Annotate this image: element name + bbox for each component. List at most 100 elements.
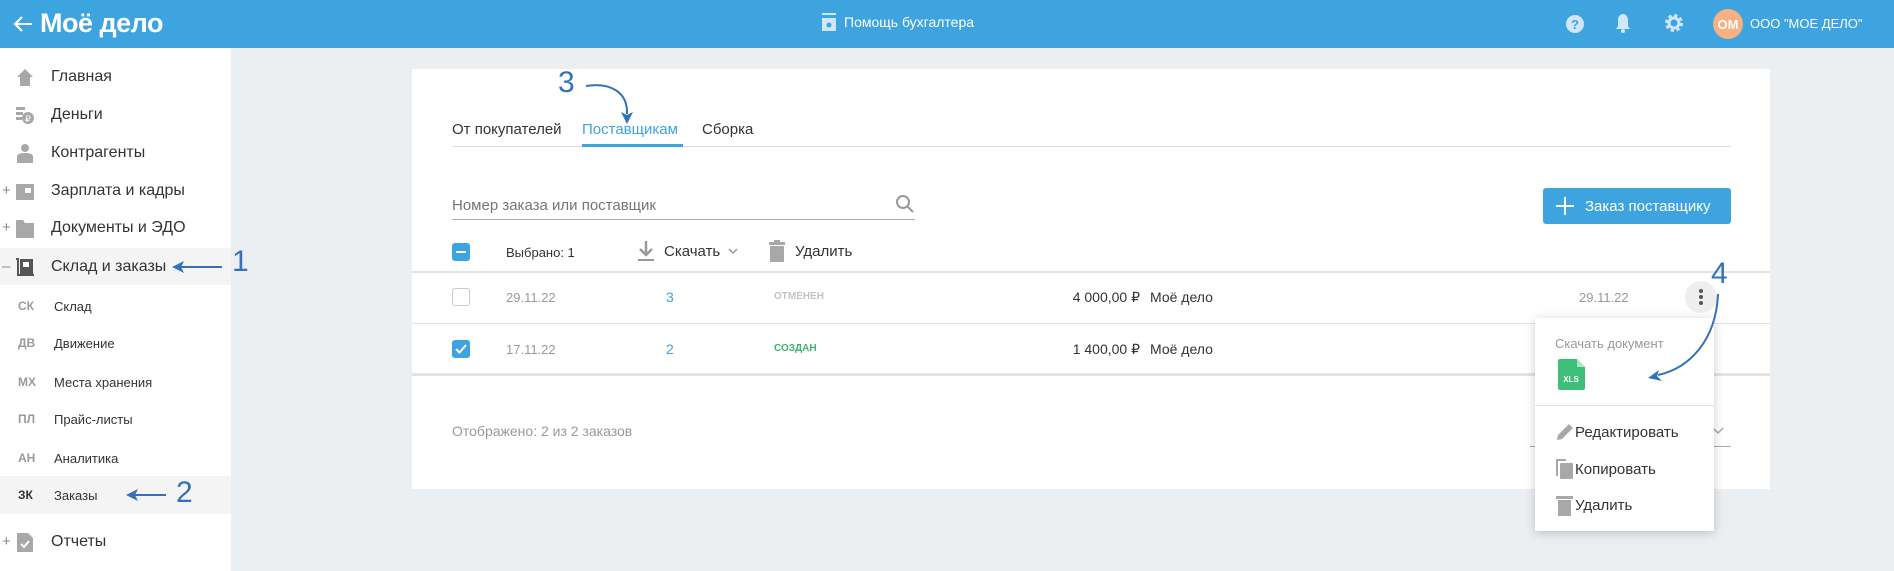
tab-from-customers[interactable]: От покупателей <box>452 121 562 138</box>
menu-divider <box>1535 405 1714 406</box>
sidebar-item-label: Зарплата и кадры <box>51 181 185 199</box>
avatar[interactable]: ОМ <box>1713 9 1743 39</box>
shown-count: Отображено: 2 из 2 заказов <box>452 423 633 439</box>
sidebar-subitem-storage[interactable]: МХ Места хранения <box>0 363 231 401</box>
row-context-menu: Скачать документ XLS Редактировать Копир… <box>1535 318 1714 531</box>
abbr: ПЛ <box>18 412 36 426</box>
download-document-title: Скачать документ <box>1555 336 1664 351</box>
expand-icon[interactable]: + <box>2 182 11 199</box>
order-number-link[interactable]: 2 <box>666 341 674 357</box>
supplier-name: Моё дело <box>1150 289 1213 305</box>
sidebar-item-label: Деньги <box>51 105 103 123</box>
tab-assembly[interactable]: Сборка <box>702 121 753 138</box>
home-icon <box>17 68 33 86</box>
abbr: ЗК <box>18 488 33 502</box>
order-amount: 4 000,00 ₽ <box>1072 289 1140 305</box>
trash-icon <box>1556 496 1573 516</box>
active-tab-underline <box>582 144 683 147</box>
sidebar-item-warehouse[interactable]: – Склад и заказы <box>0 248 231 285</box>
annotation-1: 1 <box>232 245 249 278</box>
expand-icon[interactable]: + <box>2 533 11 550</box>
download-dropdown[interactable]: Скачать <box>636 240 738 262</box>
menu-label: Удалить <box>1575 496 1633 514</box>
annotation-4: 4 <box>1711 257 1728 290</box>
sidebar-subitem-pricelists[interactable]: ПЛ Прайс-листы <box>0 400 231 438</box>
order-date-2: 29.11.22 <box>1579 290 1629 305</box>
menu-label: Копировать <box>1575 460 1656 478</box>
label: Аналитика <box>54 450 119 466</box>
collapse-icon[interactable]: – <box>2 258 10 275</box>
abbr: ДВ <box>18 336 36 350</box>
sidebar-item-label: Отчеты <box>51 532 107 550</box>
order-number-link[interactable]: 3 <box>666 289 674 305</box>
annotation-3: 3 <box>558 66 575 99</box>
person-icon <box>17 143 33 163</box>
sidebar-subitem-movement[interactable]: ДВ Движение <box>0 324 231 362</box>
sidebar-item-label: Главная <box>51 67 112 85</box>
order-amount: 1 400,00 ₽ <box>1072 341 1140 357</box>
supplier-name: Моё дело <box>1150 341 1213 357</box>
selected-count: Выбрано: 1 <box>506 245 575 260</box>
label: Заказы <box>54 487 98 503</box>
delete-selected-button[interactable]: Удалить <box>768 240 852 262</box>
warehouse-cart-icon <box>16 257 34 276</box>
menu-item-edit[interactable]: Редактировать <box>1535 416 1714 448</box>
sidebar-subitem-orders[interactable]: ЗК Заказы <box>0 476 231 514</box>
sidebar-item-label: Документы и ЭДО <box>51 218 186 236</box>
row-checkbox-checked[interactable] <box>452 340 470 358</box>
svg-text:?: ? <box>1571 17 1579 32</box>
calculator-icon <box>822 13 836 31</box>
sidebar-item-documents[interactable]: + Документы и ЭДО <box>0 209 231 246</box>
sidebar-item-salary[interactable]: + Зарплата и кадры <box>0 172 231 209</box>
abbr: СК <box>18 299 34 313</box>
menu-item-delete[interactable]: Удалить <box>1535 489 1714 521</box>
sidebar-item-contractors[interactable]: Контрагенты <box>0 134 231 171</box>
add-supplier-order-button[interactable]: Заказ поставщику <box>1543 188 1731 224</box>
menu-label: Редактировать <box>1575 423 1679 441</box>
back-arrow-icon[interactable] <box>12 13 34 35</box>
expand-icon[interactable]: + <box>2 219 11 236</box>
status-badge: ОТМЕНЕН <box>774 291 824 302</box>
label: Движение <box>54 335 115 351</box>
sidebar-item-home[interactable]: Главная <box>0 58 231 95</box>
sidebar-subitem-stock[interactable]: СК Склад <box>0 287 231 325</box>
pencil-icon <box>1557 424 1573 440</box>
sidebar-item-reports[interactable]: + Отчеты <box>0 523 231 560</box>
tab-suppliers[interactable]: Поставщикам <box>582 121 678 138</box>
trash-icon <box>769 240 785 262</box>
sidebar-item-money[interactable]: ₽ Деньги <box>0 96 231 133</box>
gear-icon[interactable] <box>1663 12 1685 34</box>
label: Склад <box>54 298 92 314</box>
help-icon[interactable]: ? <box>1565 13 1585 35</box>
wallet-icon <box>16 183 34 200</box>
company-name[interactable]: ООО "МОЕ ДЕЛО" <box>1750 16 1863 31</box>
plus-icon <box>1556 197 1574 215</box>
annotation-2: 2 <box>176 476 193 509</box>
sidebar-item-label: Склад и заказы <box>51 257 167 275</box>
search-icon[interactable] <box>895 194 915 214</box>
download-icon <box>638 241 654 261</box>
copy-icon <box>1556 459 1573 479</box>
svg-text:XLS: XLS <box>1563 375 1579 384</box>
select-all-checkbox[interactable] <box>452 243 470 261</box>
helper-label: Помощь бухгалтера <box>844 14 975 30</box>
sidebar-subitem-analytics[interactable]: АН Аналитика <box>0 439 231 477</box>
helper-link[interactable]: Помощь бухгалтера <box>820 12 974 32</box>
abbr: МХ <box>18 375 36 389</box>
download-label: Скачать <box>664 242 721 260</box>
chevron-down-icon <box>728 248 738 255</box>
order-date: 17.11.22 <box>506 342 556 357</box>
label: Места хранения <box>54 374 153 390</box>
status-badge: СОЗДАН <box>774 343 817 354</box>
top-header: Моё дело Помощь бухгалтера ? ОМ ООО "МОЕ… <box>0 0 1894 48</box>
folder-icon <box>16 219 34 238</box>
xls-file-icon[interactable]: XLS <box>1558 359 1585 390</box>
row-checkbox[interactable] <box>452 288 470 306</box>
search-input[interactable] <box>452 192 915 220</box>
report-icon <box>17 532 33 552</box>
bell-icon[interactable] <box>1614 12 1632 34</box>
svg-text:₽: ₽ <box>25 114 31 124</box>
logo[interactable]: Моё дело <box>40 8 163 39</box>
menu-item-copy[interactable]: Копировать <box>1535 453 1714 485</box>
sidebar-item-label: Контрагенты <box>51 143 146 161</box>
